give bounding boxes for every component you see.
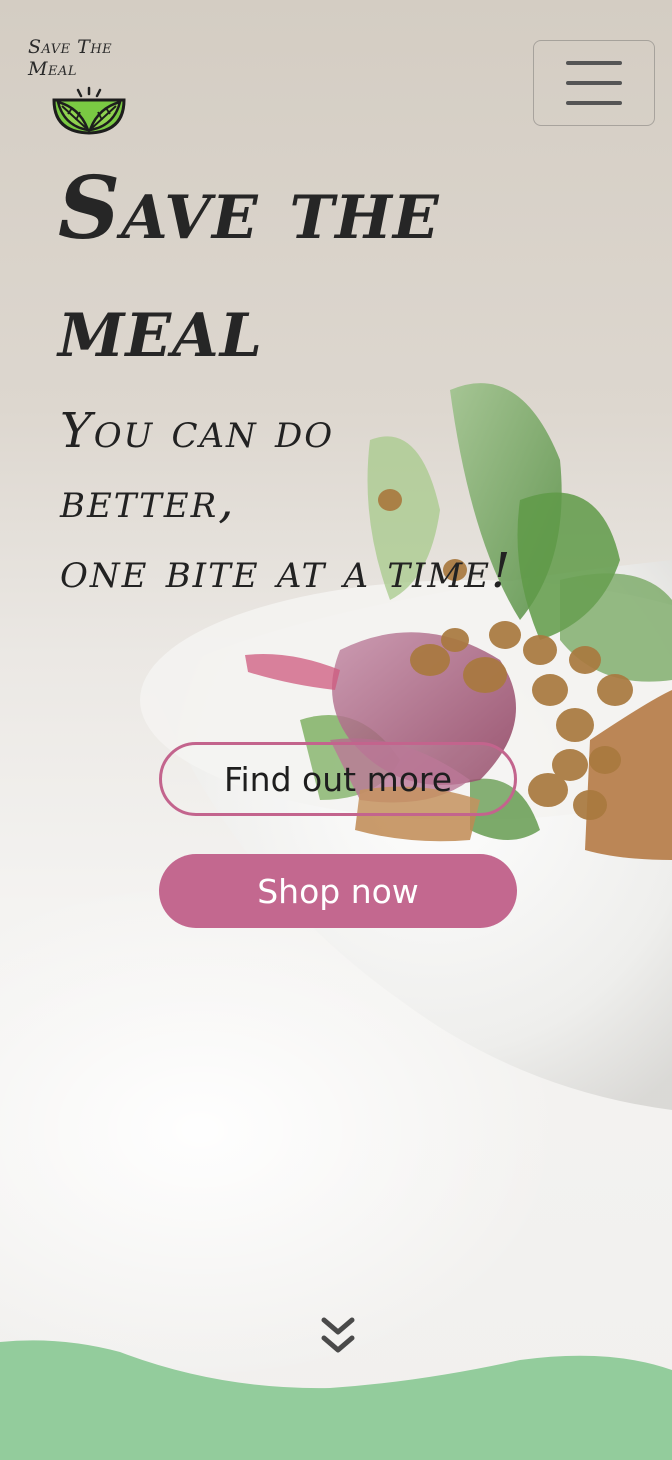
hero-section: Save The Meal Save the meal You can do b… [0,0,672,1460]
leaf-bowl-icon [52,86,126,135]
hamburger-menu-icon [566,61,622,105]
hero-title: Save the meal [58,158,440,377]
menu-toggle-button[interactable] [533,40,655,126]
shop-now-button[interactable]: Shop now [159,854,517,928]
find-out-more-button[interactable]: Find out more [159,742,517,816]
logo-text: Save The Meal [28,36,113,80]
double-chevron-down-icon[interactable] [318,1316,358,1362]
hero-subtitle: You can do better, one bite at a time! [60,403,513,599]
site-logo[interactable]: Save The Meal [28,36,158,136]
